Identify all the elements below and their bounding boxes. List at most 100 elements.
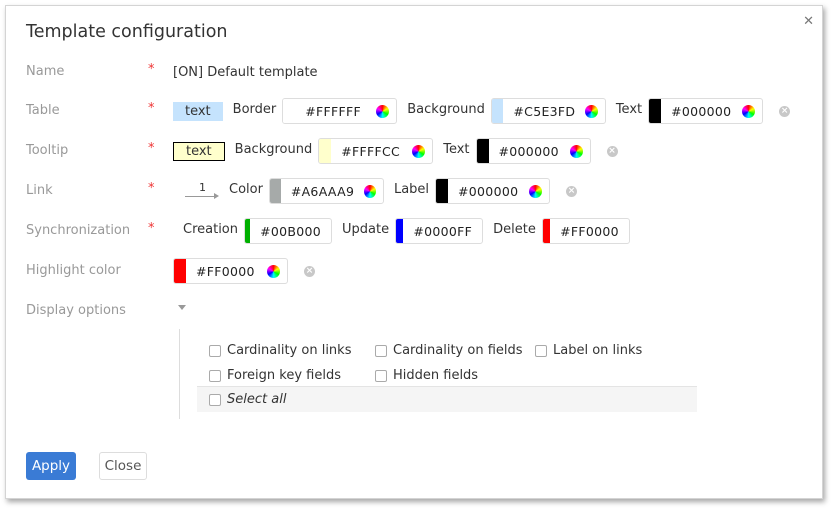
tooltip-label: Tooltip	[26, 143, 69, 158]
display-options-label: Display options	[26, 303, 126, 318]
option-label: Label on links	[553, 343, 643, 358]
name-label: Name	[26, 64, 65, 79]
hex-value[interactable]: #0000FF	[403, 224, 482, 239]
color-swatch	[269, 179, 281, 203]
highlight-color-picker[interactable]: #FF0000	[173, 258, 288, 284]
color-swatch	[476, 139, 489, 163]
tooltip-row: Tooltip * text Background #FFFFCC Text #…	[6, 137, 822, 165]
synchronization-label: Synchronization	[26, 223, 131, 238]
checkbox[interactable]	[209, 369, 221, 382]
required-mark: *	[148, 62, 155, 77]
update-color-picker[interactable]: #0000FF	[395, 218, 484, 244]
color-swatch	[283, 99, 296, 123]
color-swatch	[542, 219, 551, 243]
reset-icon[interactable]: ×	[304, 265, 315, 277]
text-label: Text	[615, 101, 643, 117]
required-mark: *	[148, 181, 155, 196]
select-all-label: Select all	[227, 392, 287, 407]
option-cardinality-on-fields[interactable]: Cardinality on fields	[375, 343, 523, 358]
color-wheel-icon[interactable]	[376, 104, 390, 118]
hex-value[interactable]: #A6AAA9	[281, 184, 364, 199]
color-wheel-icon[interactable]	[412, 144, 426, 158]
color-swatch	[319, 139, 332, 163]
hex-value[interactable]: #000000	[661, 104, 742, 119]
hex-value[interactable]: #FF0000	[550, 224, 629, 239]
table-sample: text	[173, 101, 223, 121]
checkbox[interactable]	[209, 344, 221, 357]
link-label-color-picker[interactable]: #000000	[435, 178, 551, 204]
background-label: Background	[234, 141, 313, 157]
hex-value[interactable]: #000000	[489, 144, 570, 159]
required-mark: *	[148, 141, 155, 156]
color-wheel-icon[interactable]	[585, 104, 598, 118]
link-color-picker[interactable]: #A6AAA9	[268, 178, 384, 204]
select-all-checkbox[interactable]: Select all	[209, 392, 286, 407]
background-label: Background	[407, 101, 485, 117]
color-swatch	[174, 259, 186, 283]
checkbox[interactable]	[375, 369, 387, 382]
hex-value[interactable]: #00B000	[250, 224, 331, 239]
option-cardinality-on-links[interactable]: Cardinality on links	[209, 343, 351, 358]
required-mark: *	[148, 221, 155, 236]
color-swatch	[396, 219, 404, 243]
collapse-toggle-icon[interactable]	[178, 305, 186, 310]
link-row: Link * 1 Color #A6AAA9 Label #000000 ×	[6, 177, 822, 205]
delete-color-picker[interactable]: #FF0000	[541, 218, 630, 244]
creation-color-picker[interactable]: #00B000	[244, 218, 333, 244]
tooltip-sample: text	[173, 141, 225, 161]
reset-icon[interactable]: ×	[566, 185, 578, 197]
color-wheel-icon[interactable]	[742, 104, 756, 118]
option-label: Cardinality on fields	[393, 343, 523, 358]
arrow-line-icon	[185, 196, 215, 197]
link-label: Link	[26, 183, 53, 198]
delete-label: Delete	[493, 221, 536, 237]
tooltip-background-color-picker[interactable]: #FFFFCC	[318, 138, 434, 164]
reset-icon[interactable]: ×	[779, 105, 791, 117]
option-hidden-fields[interactable]: Hidden fields	[375, 368, 478, 383]
apply-button[interactable]: Apply	[26, 452, 76, 480]
checkbox[interactable]	[535, 344, 547, 357]
option-label-on-links[interactable]: Label on links	[535, 343, 642, 358]
link-sample: 1	[185, 181, 219, 201]
hex-value[interactable]: #FFFFCC	[331, 144, 412, 159]
close-icon[interactable]: ✕	[803, 14, 814, 29]
table-text-color-picker[interactable]: #000000	[648, 98, 764, 124]
highlight-row: Highlight color #FF0000 ×	[6, 257, 822, 285]
table-row: Table * text Border #FFFFFF Background #…	[6, 97, 822, 125]
border-label: Border	[232, 101, 277, 117]
tooltip-text-color-picker[interactable]: #000000	[475, 138, 591, 164]
label-color-label: Label	[393, 181, 430, 197]
option-label: Cardinality on links	[227, 343, 352, 358]
option-label: Foreign key fields	[227, 368, 341, 383]
arrow-head-icon	[214, 193, 219, 199]
dialog-title: Template configuration	[26, 22, 228, 42]
table-background-color-picker[interactable]: #C5E3FD	[490, 98, 606, 124]
hex-value[interactable]: #FF0000	[186, 264, 267, 279]
highlight-label: Highlight color	[26, 263, 121, 278]
checkbox[interactable]	[375, 344, 387, 357]
color-swatch	[491, 99, 504, 123]
template-name: [ON] Default template	[173, 64, 318, 80]
text-label: Text	[443, 141, 470, 157]
color-wheel-icon[interactable]	[267, 264, 280, 278]
hex-value[interactable]: #FFFFFF	[295, 104, 376, 119]
color-wheel-icon[interactable]	[364, 184, 376, 198]
hex-value[interactable]: #C5E3FD	[503, 104, 585, 119]
color-label: Color	[229, 181, 263, 197]
color-wheel-icon[interactable]	[569, 144, 583, 158]
creation-label: Creation	[183, 221, 239, 237]
reset-icon[interactable]: ×	[606, 145, 618, 157]
display-options-row: Display options	[6, 297, 822, 325]
color-wheel-icon[interactable]	[529, 184, 543, 198]
color-swatch	[436, 179, 449, 203]
update-label: Update	[342, 221, 390, 237]
table-border-color-picker[interactable]: #FFFFFF	[282, 98, 398, 124]
checkbox[interactable]	[209, 393, 221, 406]
synchronization-row: Synchronization * Creation #00B000 Updat…	[6, 217, 822, 245]
select-all-bar: Select all	[197, 386, 697, 412]
close-button[interactable]: Close	[99, 452, 147, 480]
option-foreign-key-fields[interactable]: Foreign key fields	[209, 368, 341, 383]
hex-value[interactable]: #000000	[448, 184, 529, 199]
name-row: Name * [ON] Default template	[6, 58, 822, 86]
table-label: Table	[26, 103, 60, 118]
